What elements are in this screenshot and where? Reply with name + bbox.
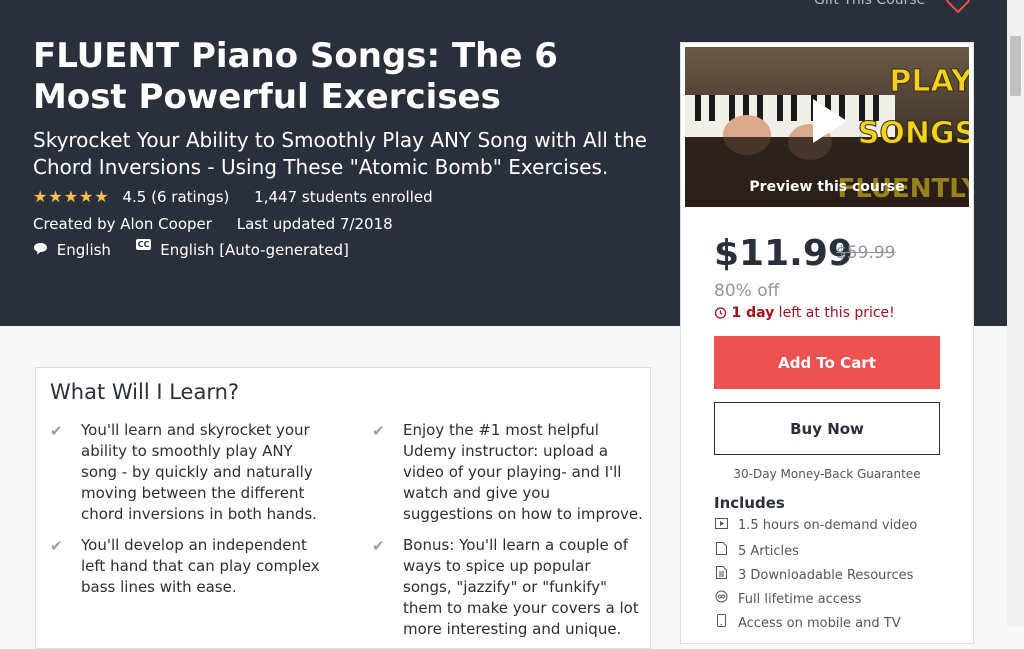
created-by[interactable]: Created by Alon Cooper <box>33 213 212 235</box>
check-icon: ✔ <box>50 537 63 555</box>
learn-item: Enjoy the #1 most helpful Udemy instruct… <box>403 421 643 523</box>
play-icon[interactable] <box>809 97 849 145</box>
course-preview-video[interactable]: PLAY SONGS FLUENTLY Preview this course <box>685 47 969 207</box>
what-will-i-learn-box: What Will I Learn? ✔ You'll learn and sk… <box>35 367 651 649</box>
infinity-icon <box>714 590 728 607</box>
learn-item: You'll learn and skyrocket your ability … <box>81 421 317 523</box>
buy-now-button[interactable]: Buy Now <box>714 402 940 455</box>
rating-row: ★★★★★ 4.5 (6 ratings) 1,447 students enr… <box>33 186 433 208</box>
includes-item: 1.5 hours on-demand video <box>714 518 917 533</box>
rating-stars-icon: ★★★★★ <box>33 187 110 206</box>
add-to-cart-button[interactable]: Add To Cart <box>714 336 940 389</box>
speech-bubble-icon <box>33 239 48 261</box>
captions-label: English [Auto-generated] <box>160 241 349 259</box>
check-icon: ✔ <box>50 422 63 440</box>
sale-timer: 1 day left at this price! <box>714 305 895 321</box>
money-back-guarantee: 30-Day Money-Back Guarantee <box>733 467 921 481</box>
preview-label[interactable]: Preview this course <box>685 179 969 195</box>
current-price: $11.99 <box>714 233 853 274</box>
rating-text[interactable]: 4.5 (6 ratings) <box>123 186 230 208</box>
check-icon: ✔ <box>372 422 385 440</box>
wishlist-heart-icon[interactable] <box>945 0 971 14</box>
language-row: English CC English [Auto-generated] <box>33 239 349 261</box>
file-icon <box>714 542 728 559</box>
timer-days: 1 day <box>731 305 775 321</box>
original-price: $59.99 <box>836 243 896 263</box>
includes-item: Access on mobile and TV <box>714 614 901 631</box>
language-label: English <box>56 241 111 259</box>
students-enrolled: 1,447 students enrolled <box>254 188 433 206</box>
alarm-clock-icon <box>714 305 731 321</box>
download-icon <box>714 566 728 583</box>
purchase-sidebar: PLAY SONGS FLUENTLY Preview this course … <box>680 42 974 644</box>
video-icon <box>714 518 728 533</box>
check-icon: ✔ <box>372 537 385 555</box>
gift-course-link[interactable]: Gift This Course <box>814 0 925 8</box>
author-row: Created by Alon Cooper Last updated 7/20… <box>33 213 393 235</box>
course-subtitle: Skyrocket Your Ability to Smoothly Play … <box>33 128 647 179</box>
page-scrollbar[interactable] <box>1007 0 1024 626</box>
closed-captions-icon: CC <box>135 239 152 250</box>
scrollbar-thumb[interactable] <box>1010 36 1021 96</box>
includes-item: 3 Downloadable Resources <box>714 566 913 583</box>
thumb-text-play: PLAY <box>889 64 969 99</box>
includes-heading: Includes <box>714 494 785 512</box>
includes-item: Full lifetime access <box>714 590 861 607</box>
last-updated: Last updated 7/2018 <box>236 215 393 233</box>
timer-rest: left at this price! <box>774 305 895 321</box>
thumb-text-songs: SONGS <box>858 116 969 151</box>
includes-item: 5 Articles <box>714 542 799 559</box>
learn-item: Bonus: You'll learn a couple of ways to … <box>403 536 639 638</box>
course-title: FLUENT Piano Songs: The 6 Most Powerful … <box>33 36 558 117</box>
mobile-icon <box>714 614 728 631</box>
learn-item: You'll develop an independent left hand … <box>81 536 320 596</box>
learn-heading: What Will I Learn? <box>50 380 240 404</box>
discount-percent: 80% off <box>714 281 780 301</box>
